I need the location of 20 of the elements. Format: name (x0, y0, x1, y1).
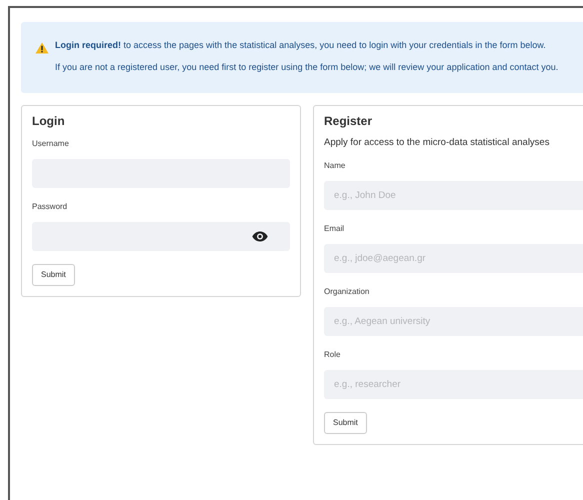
field-label: Organization (324, 286, 370, 298)
eye-icon[interactable] (252, 231, 268, 242)
field-label: Email (324, 223, 346, 236)
warning-icon (35, 42, 49, 54)
alert-text: Login required! to access the pages with the statistical analyses, you need to login with your credentials in the form below. (55, 39, 546, 52)
submit-button[interactable]: Submit (324, 412, 367, 434)
password-field[interactable] (32, 222, 290, 252)
submit-button[interactable]: Submit (32, 264, 75, 286)
card-title: Login (32, 114, 66, 128)
input-field[interactable]: e.g., John Doe (324, 181, 583, 210)
input-field[interactable]: e.g., researcher (324, 370, 583, 400)
alert-text: If you are not a registered user, you need first to register using the form below; we will review your application and contact you. (54, 61, 558, 74)
field-label: Password (32, 201, 68, 214)
field-label: Role (324, 349, 342, 362)
field-label: Username (32, 138, 70, 150)
input-field[interactable]: e.g., Aegean university (324, 307, 583, 336)
card-title: Register (324, 114, 374, 128)
input-field[interactable]: e.g., jdoe@aegean.gr (324, 244, 583, 274)
field-label: Name (324, 160, 346, 172)
card-subtitle: Apply for access to the micro-data statistical analyses (324, 136, 550, 150)
